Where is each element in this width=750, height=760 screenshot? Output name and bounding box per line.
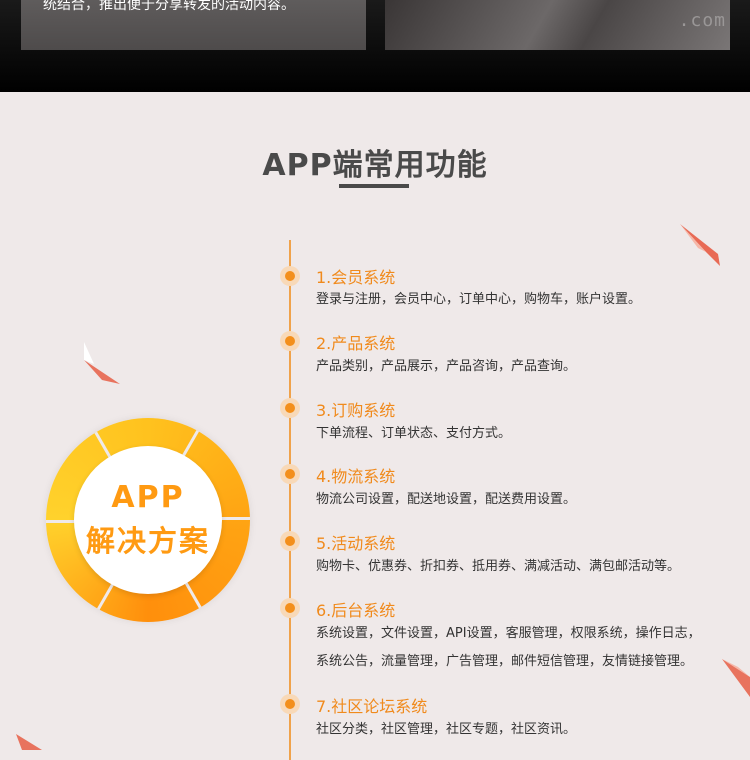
title-underline xyxy=(339,184,409,188)
timeline-dot xyxy=(280,398,300,418)
timeline-dot xyxy=(280,694,300,714)
top-card-text: 统结合，推出便于分享转发的活动内容。 xyxy=(43,0,295,13)
timeline-dot xyxy=(280,266,300,286)
feature-desc: 登录与注册，会员中心，订单中心，购物车，账户设置。 xyxy=(316,292,642,307)
watermark-text: .com xyxy=(678,10,726,31)
feature-desc: 系统公告，流量管理，广告管理，邮件短信管理，友情链接管理。 xyxy=(316,654,694,669)
feature-title: 3.订购系统 xyxy=(316,401,396,420)
timeline-dot xyxy=(280,531,300,551)
section-title: APP端常用功能 xyxy=(262,148,488,183)
feature-desc: 社区分类，社区管理，社区专题，社区资讯。 xyxy=(316,722,577,737)
feature-desc: 购物卡、优惠券、折扣券、抵用券、满减活动、满包邮活动等。 xyxy=(316,559,681,574)
timeline-dot xyxy=(280,331,300,351)
feature-title: 7.社区论坛系统 xyxy=(316,697,428,716)
feature-desc: 下单流程、订单状态、支付方式。 xyxy=(316,426,512,441)
feature-desc: 系统设置，文件设置，API设置，客服管理，权限系统，操作日志， xyxy=(316,626,701,641)
feature-title: 6.后台系统 xyxy=(316,601,396,620)
decorative-shard-bottom-right xyxy=(722,659,750,697)
app-solution-badge: APP 解决方案 xyxy=(46,418,250,622)
top-card-left: 统结合，推出便于分享转发的活动内容。 xyxy=(21,0,366,50)
decorative-shard-bottom-left xyxy=(16,734,42,750)
feature-title: 5.活动系统 xyxy=(316,534,396,553)
decorative-shard-top-right xyxy=(680,224,720,266)
feature-desc: 产品类别，产品展示，产品咨询，产品查询。 xyxy=(316,359,577,374)
top-banner: 统结合，推出便于分享转发的活动内容。 .com xyxy=(0,0,750,92)
feature-title: 4.物流系统 xyxy=(316,467,396,486)
timeline-dot xyxy=(280,598,300,618)
feature-desc: 物流公司设置，配送地设置，配送费用设置。 xyxy=(316,492,577,507)
feature-title: 1.会员系统 xyxy=(316,268,396,287)
timeline-dot xyxy=(280,464,300,484)
feature-title: 2.产品系统 xyxy=(316,334,396,353)
timeline-line xyxy=(289,240,291,760)
decorative-shard-left xyxy=(84,342,120,384)
badge-line2: 解决方案 xyxy=(85,524,210,558)
badge-line1: APP xyxy=(111,480,185,515)
top-card-right: .com xyxy=(385,0,730,50)
